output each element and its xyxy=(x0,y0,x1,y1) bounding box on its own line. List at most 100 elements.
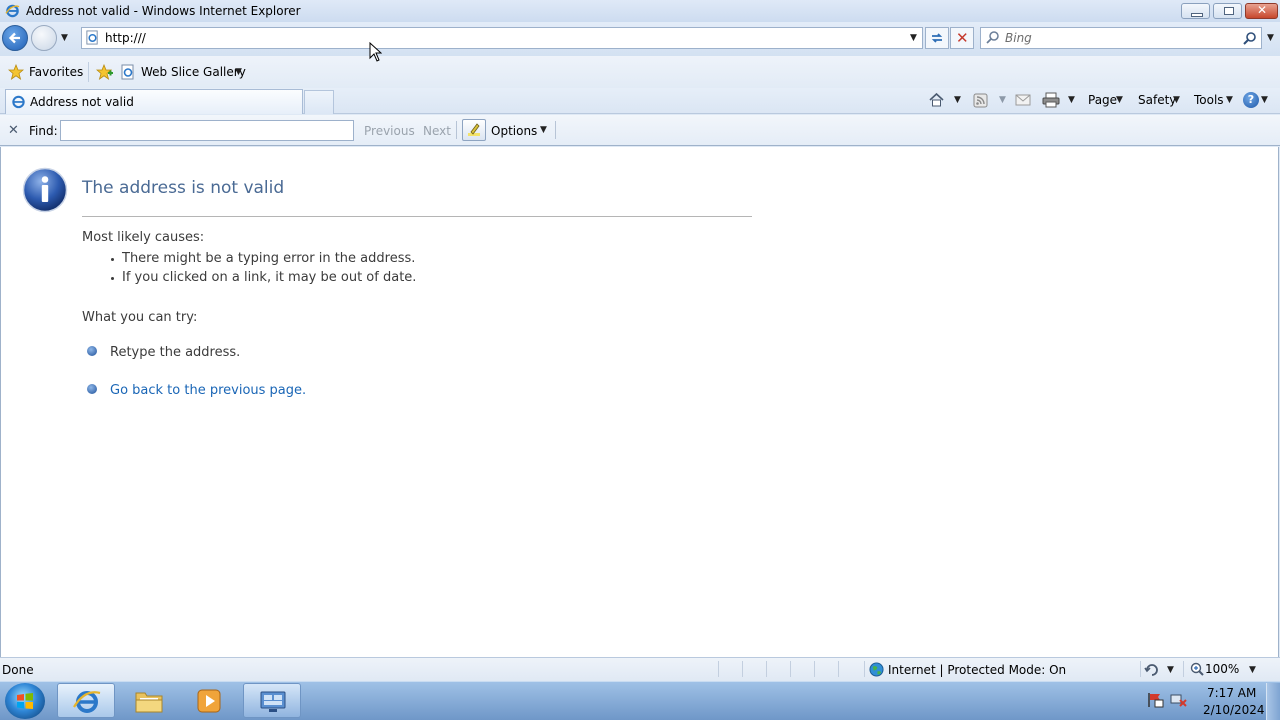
network-disconnected-icon[interactable] xyxy=(1170,692,1188,708)
cause-bullet xyxy=(111,258,114,261)
status-bar xyxy=(0,657,1280,681)
window-title: Address not valid - Windows Internet Exp… xyxy=(26,4,301,18)
status-divider xyxy=(766,661,767,677)
stop-button[interactable]: ✕ xyxy=(950,27,974,49)
feeds-icon[interactable] xyxy=(973,93,988,108)
minimize-button[interactable] xyxy=(1181,3,1210,19)
find-options-dropdown-icon[interactable]: ▼ xyxy=(540,125,547,135)
ie-logo-icon xyxy=(5,4,20,18)
taskbar-windows-explorer-button[interactable] xyxy=(121,683,179,718)
tools-menu-dropdown-icon[interactable]: ▼ xyxy=(1226,95,1233,105)
cause-bullet xyxy=(111,277,114,280)
media-player-icon xyxy=(197,689,221,713)
refresh-button[interactable] xyxy=(925,27,949,49)
page-menu-dropdown-icon[interactable]: ▼ xyxy=(1116,95,1123,105)
find-divider xyxy=(456,121,457,139)
remote-desktop-icon xyxy=(260,691,286,712)
status-divider xyxy=(790,661,791,677)
back-arrow-icon xyxy=(8,32,20,44)
tools-menu-button[interactable]: Tools xyxy=(1194,93,1224,107)
title-divider xyxy=(82,216,752,217)
tab-label[interactable]: Address not valid xyxy=(30,95,134,109)
security-zone-text[interactable]: Internet | Protected Mode: On xyxy=(888,663,1066,677)
address-text[interactable]: http:/// xyxy=(105,31,146,45)
forward-button[interactable] xyxy=(31,25,57,51)
web-slice-dropdown-icon[interactable]: ▼ xyxy=(235,67,242,77)
status-divider xyxy=(718,661,719,677)
ie-logo-icon xyxy=(73,691,101,713)
safety-menu-button[interactable]: Safety xyxy=(1138,93,1176,107)
taskbar-remote-desktop-button[interactable] xyxy=(243,683,301,718)
clock-time[interactable]: 7:17 AM xyxy=(1207,686,1256,700)
folder-icon xyxy=(135,692,163,713)
windows-logo-icon xyxy=(17,693,33,709)
recent-pages-dropdown-icon[interactable]: ▼ xyxy=(61,33,68,43)
safety-menu-dropdown-icon[interactable]: ▼ xyxy=(1173,95,1180,105)
taskbar-media-player-button[interactable] xyxy=(180,683,238,718)
find-next-button[interactable]: Next xyxy=(423,124,451,138)
page-loading-dropdown-icon[interactable]: ▼ xyxy=(1167,665,1174,675)
read-mail-icon[interactable] xyxy=(1015,94,1031,106)
find-close-icon[interactable]: ✕ xyxy=(8,123,19,138)
status-divider xyxy=(864,661,865,677)
highlighter-icon xyxy=(468,123,480,136)
start-button[interactable] xyxy=(5,683,45,719)
clock-date[interactable]: 2/10/2024 xyxy=(1203,703,1265,717)
search-input[interactable]: Bing xyxy=(1005,31,1032,45)
address-bar[interactable] xyxy=(81,27,923,49)
tab-page-icon xyxy=(12,95,25,109)
status-divider xyxy=(1183,661,1184,677)
minimize-icon xyxy=(1191,13,1203,17)
taskbar-internet-explorer-button[interactable] xyxy=(57,683,115,718)
page-content xyxy=(0,147,1279,657)
restore-icon xyxy=(1224,7,1234,15)
close-icon: ✕ xyxy=(1257,3,1268,17)
favorites-divider xyxy=(88,62,89,82)
search-icon[interactable] xyxy=(1243,31,1257,45)
refresh-icon xyxy=(931,33,943,43)
zoom-dropdown-icon[interactable]: ▼ xyxy=(1249,665,1256,675)
help-icon[interactable]: ? xyxy=(1243,92,1259,108)
internet-zone-globe-icon[interactable] xyxy=(869,662,884,677)
page-loading-icon[interactable] xyxy=(1144,662,1160,677)
action-center-flag-icon[interactable] xyxy=(1146,692,1164,708)
try-heading: What you can try: xyxy=(82,310,198,325)
cause-item: If you clicked on a link, it may be out … xyxy=(122,270,417,285)
find-options-button[interactable]: Options xyxy=(491,124,537,138)
home-icon[interactable] xyxy=(928,92,945,108)
page-menu-button[interactable]: Page xyxy=(1088,93,1117,107)
status-divider xyxy=(838,661,839,677)
home-dropdown-icon[interactable]: ▼ xyxy=(954,95,961,105)
web-slice-gallery-link[interactable]: Web Slice Gallery xyxy=(141,65,246,79)
favorites-button[interactable]: Favorites xyxy=(29,65,83,79)
status-divider xyxy=(814,661,815,677)
status-text: Done xyxy=(2,663,34,677)
highlight-matches-button[interactable] xyxy=(462,119,486,141)
restore-button[interactable] xyxy=(1213,3,1242,19)
find-previous-button[interactable]: Previous xyxy=(364,124,415,138)
find-input[interactable] xyxy=(60,120,354,141)
print-dropdown-icon[interactable]: ▼ xyxy=(1068,95,1075,105)
help-dropdown-icon[interactable]: ▼ xyxy=(1261,95,1268,105)
bullet-icon xyxy=(87,346,97,356)
bullet-icon xyxy=(87,384,97,394)
cause-item: There might be a typing error in the add… xyxy=(122,251,416,266)
favorites-star-icon xyxy=(8,64,24,80)
close-button[interactable]: ✕ xyxy=(1245,3,1278,19)
address-dropdown-icon[interactable]: ▼ xyxy=(910,33,917,43)
feeds-dropdown-icon[interactable]: ▼ xyxy=(999,95,1006,105)
search-options-dropdown-icon[interactable]: ▼ xyxy=(1267,33,1274,43)
new-tab-button[interactable] xyxy=(304,90,334,114)
zoom-level[interactable]: 100% xyxy=(1205,662,1239,676)
find-divider-end xyxy=(555,121,556,139)
print-icon[interactable] xyxy=(1042,92,1060,108)
add-to-favorites-icon[interactable] xyxy=(96,64,114,80)
go-back-link[interactable]: Go back to the previous page. xyxy=(110,383,306,398)
stop-icon: ✕ xyxy=(956,29,969,47)
find-label: Find: xyxy=(29,124,58,138)
page-icon xyxy=(86,30,98,45)
back-button[interactable] xyxy=(2,25,28,51)
show-desktop-button[interactable] xyxy=(1266,683,1280,720)
retype-address-text: Retype the address. xyxy=(110,345,241,360)
zoom-icon[interactable] xyxy=(1190,662,1204,676)
